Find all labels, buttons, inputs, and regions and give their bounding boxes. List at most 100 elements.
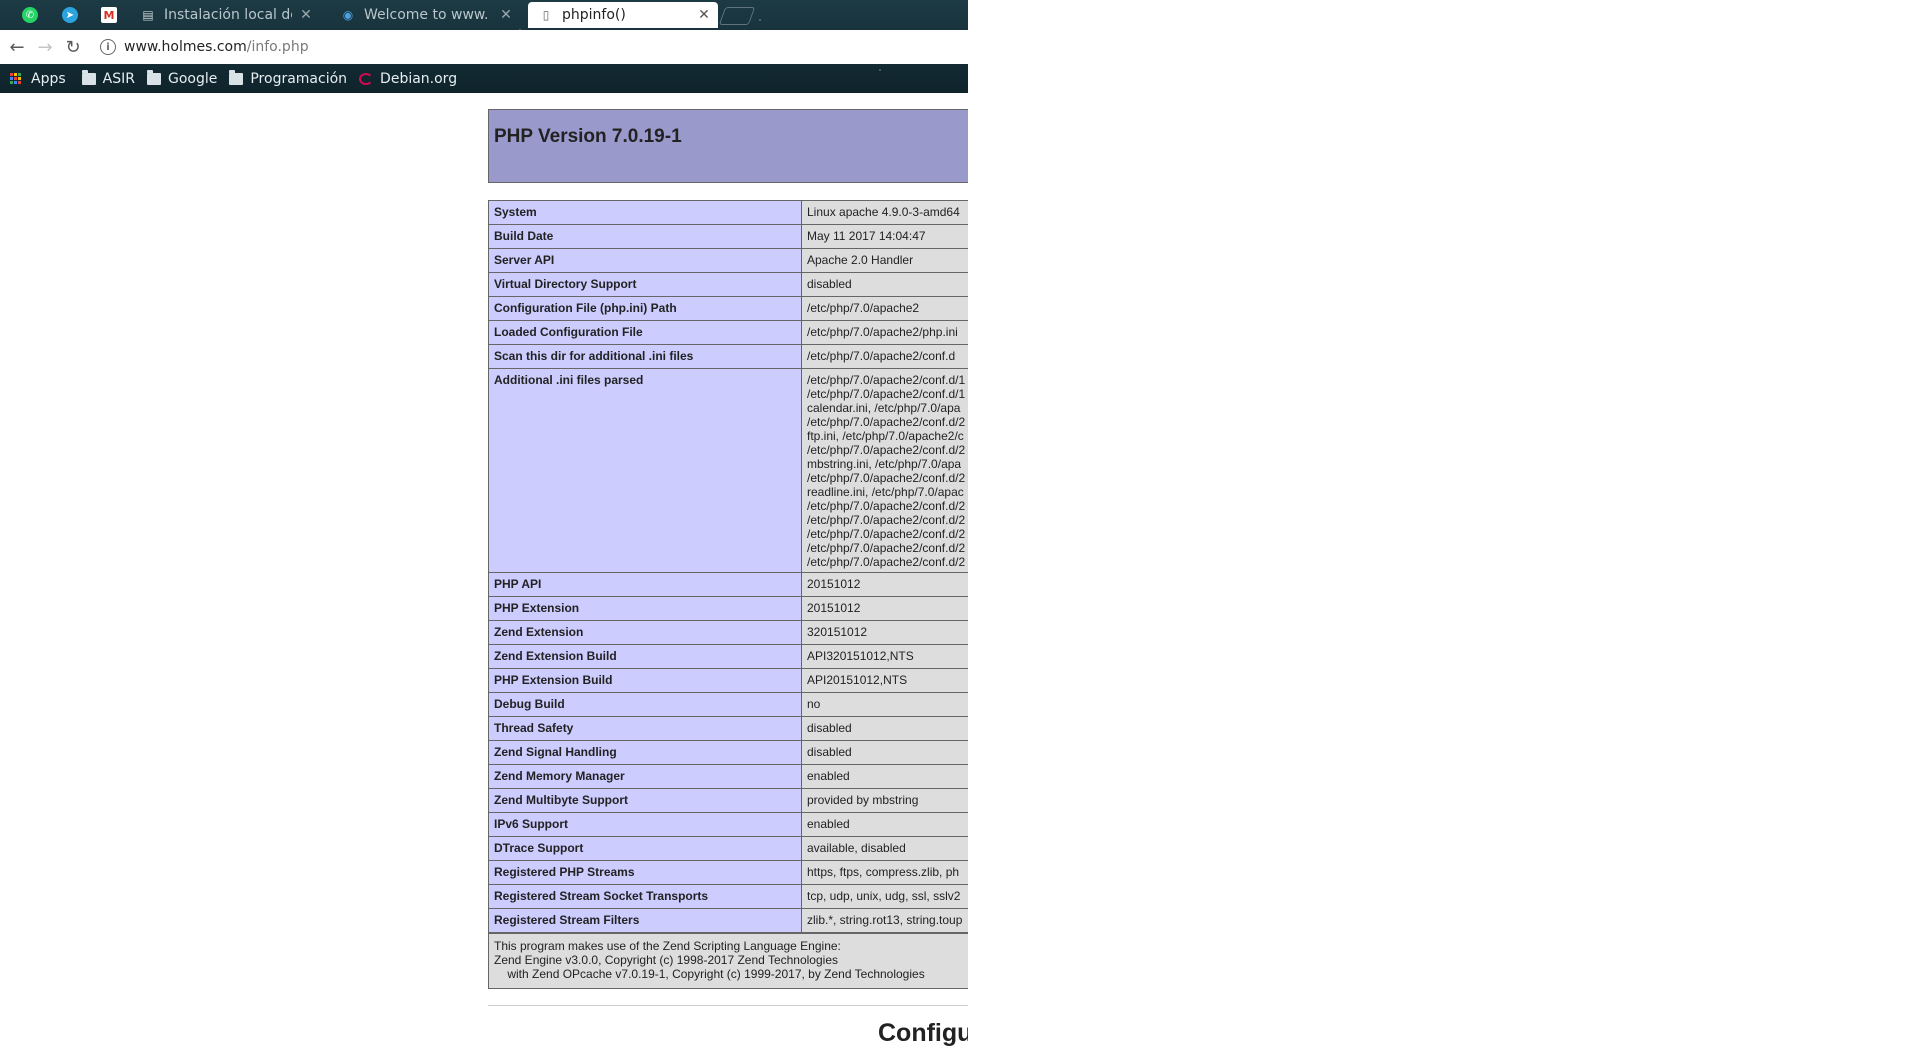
- table-row: Additional .ini files parsed/etc/php/7.0…: [488, 368, 968, 573]
- setting-value: 20151012: [801, 572, 968, 597]
- value-line: /etc/php/7.0/apache2/conf.d/2: [807, 513, 966, 527]
- setting-value: no: [801, 692, 968, 717]
- close-icon[interactable]: ✕: [696, 7, 712, 23]
- tab-label: Instalación local de: [164, 7, 292, 23]
- table-row: Zend Extension Build API320151012,NTS: [488, 644, 968, 669]
- document-icon: ▤: [142, 8, 154, 22]
- setting-name: Zend Extension Build: [488, 644, 802, 669]
- credits-line: This program makes use of the Zend Scrip…: [494, 939, 841, 953]
- tab-welcome[interactable]: ◉ Welcome to www. ✕: [330, 2, 525, 28]
- reload-button[interactable]: ↻: [62, 36, 84, 58]
- setting-name: Server API: [488, 248, 802, 273]
- setting-name: IPv6 Support: [488, 812, 802, 837]
- reload-icon: ↻: [65, 36, 81, 58]
- table-row: Registered PHP Streams https, ftps, compr…: [488, 860, 968, 885]
- setting-value: Linux apache 4.9.0-3-amd64: [801, 200, 968, 225]
- bookmark-label: Programación: [250, 70, 348, 87]
- whatsapp-icon: ✆: [22, 7, 38, 23]
- setting-value: https, ftps, compress.zlib, ph: [801, 860, 968, 885]
- setting-name: DTrace Support: [488, 836, 802, 861]
- setting-value: zlib.*, string.rot13, string.toup: [801, 908, 968, 933]
- bookmark-debian[interactable]: Debian.org: [359, 71, 457, 87]
- page-title: PHP Version 7.0.19-1: [494, 126, 682, 147]
- setting-value: provided by mbstring: [801, 788, 968, 813]
- setting-value: enabled: [801, 764, 968, 789]
- setting-value: enabled: [801, 812, 968, 837]
- bookmark-google[interactable]: Google: [146, 69, 218, 87]
- apps-icon: [10, 72, 24, 85]
- folder-icon: [146, 69, 161, 85]
- table-row: Debug Build no: [488, 692, 968, 717]
- setting-value: Apache 2.0 Handler: [801, 248, 968, 273]
- setting-value: disabled: [801, 272, 968, 297]
- close-icon[interactable]: ✕: [498, 7, 514, 23]
- table-row: Virtual Directory Support disabled: [488, 272, 968, 297]
- credits-line: with Zend OPcache v7.0.19-1, Copyright (…: [494, 967, 925, 981]
- bookmark-asir[interactable]: ASIR: [81, 69, 135, 87]
- telegram-icon: ➤: [62, 7, 78, 23]
- close-icon[interactable]: ✕: [298, 7, 314, 23]
- setting-name: Zend Extension: [488, 620, 802, 645]
- table-row: Zend Extension 320151012: [488, 620, 968, 645]
- table-row: Registered Stream Filters zlib.*, string.…: [488, 908, 968, 933]
- tab-label: Welcome to www.: [364, 7, 489, 23]
- info-icon[interactable]: i: [100, 39, 116, 55]
- tab-instalacion[interactable]: ▤ Instalación local de ✕: [130, 2, 325, 28]
- forward-arrow-icon: →: [37, 36, 53, 58]
- setting-name: Zend Memory Manager: [488, 764, 802, 789]
- tab-label: phpinfo(): [562, 7, 626, 23]
- table-row: Zend Memory Manager enabled: [488, 764, 968, 789]
- setting-name: Zend Signal Handling: [488, 740, 802, 765]
- setting-value: 320151012: [801, 620, 968, 645]
- bookmark-label: Apps: [31, 70, 66, 87]
- toolbar: ← → ↻ i www.holmes.com/info.php: [0, 30, 968, 64]
- setting-name: PHP Extension Build: [488, 668, 802, 693]
- setting-value: /etc/php/7.0/apache2: [801, 296, 968, 321]
- bookmark-label: Google: [167, 70, 218, 87]
- setting-value: /etc/php/7.0/apache2/php.ini: [801, 320, 968, 345]
- setting-value: 20151012: [801, 596, 968, 621]
- bookmarks-bar: Apps ASIR Google Programación Debian.org: [0, 64, 968, 93]
- back-button[interactable]: ←: [6, 36, 28, 58]
- new-tab-button[interactable]: [718, 7, 756, 25]
- table-row: Build Date May 11 2017 14:04:47: [488, 224, 968, 249]
- pinned-tab-gmail[interactable]: M: [91, 2, 127, 28]
- browser-window: ✆ ➤ M ▤ Instalación local de ✕ ◉ Welcome…: [0, 0, 968, 1053]
- value-line: mbstring.ini, /etc/php/7.0/apa: [807, 457, 962, 471]
- tab-phpinfo[interactable]: ▯ phpinfo() ✕: [528, 2, 718, 28]
- setting-name: Registered Stream Socket Transports: [488, 884, 802, 909]
- bookmark-label: Debian.org: [380, 70, 458, 87]
- globe-icon: ◉: [342, 8, 354, 22]
- credits-line: Zend Engine v3.0.0, Copyright (c) 1998-2…: [494, 953, 838, 967]
- value-line: /etc/php/7.0/apache2/conf.d/2: [807, 555, 966, 569]
- browser-chrome: ✆ ➤ M ▤ Instalación local de ✕ ◉ Welcome…: [0, 0, 968, 93]
- zend-credits-box: This program makes use of the Zend Scrip…: [488, 933, 968, 989]
- table-row: Server API Apache 2.0 Handler: [488, 248, 968, 273]
- table-row: System Linux apache 4.9.0-3-amd64: [488, 200, 968, 225]
- table-row: PHP Extension Build API20151012,NTS: [488, 668, 968, 693]
- pinned-tab-whatsapp[interactable]: ✆: [12, 2, 48, 28]
- setting-value: /etc/php/7.0/apache2/conf.d: [801, 344, 968, 369]
- table-row: Configuration File (php.ini) Path/etc/ph…: [488, 296, 968, 321]
- value-line: /etc/php/7.0/apache2/conf.d/2: [807, 443, 966, 457]
- debian-icon: [359, 72, 374, 85]
- gmail-icon: M: [101, 7, 117, 23]
- value-line: /etc/php/7.0/apache2/conf.d/2: [807, 415, 966, 429]
- setting-name: Debug Build: [488, 692, 802, 717]
- address-bar[interactable]: i www.holmes.com/info.php: [92, 33, 968, 61]
- setting-value: May 11 2017 14:04:47: [801, 224, 968, 249]
- tab-strip: ✆ ➤ M ▤ Instalación local de ✕ ◉ Welcome…: [0, 0, 968, 30]
- setting-name: Configuration File (php.ini) Path: [488, 296, 802, 321]
- bookmark-apps[interactable]: Apps: [10, 71, 66, 87]
- pinned-tab-telegram[interactable]: ➤: [52, 2, 88, 28]
- table-row: DTrace Support available, disabled: [488, 836, 968, 861]
- value-line: /etc/php/7.0/apache2/conf.d/2: [807, 499, 966, 513]
- forward-button[interactable]: →: [34, 36, 56, 58]
- table-row: PHP API 20151012: [488, 572, 968, 597]
- bookmark-programacion[interactable]: Programación: [229, 69, 348, 87]
- value-line: ftp.ini, /etc/php/7.0/apache2/c: [807, 429, 964, 443]
- value-line: /etc/php/7.0/apache2/conf.d/2: [807, 527, 966, 541]
- setting-value: disabled: [801, 740, 968, 765]
- folder-icon: [81, 69, 96, 85]
- table-row: Loaded Configuration File/etc/php/7.0/ap…: [488, 320, 968, 345]
